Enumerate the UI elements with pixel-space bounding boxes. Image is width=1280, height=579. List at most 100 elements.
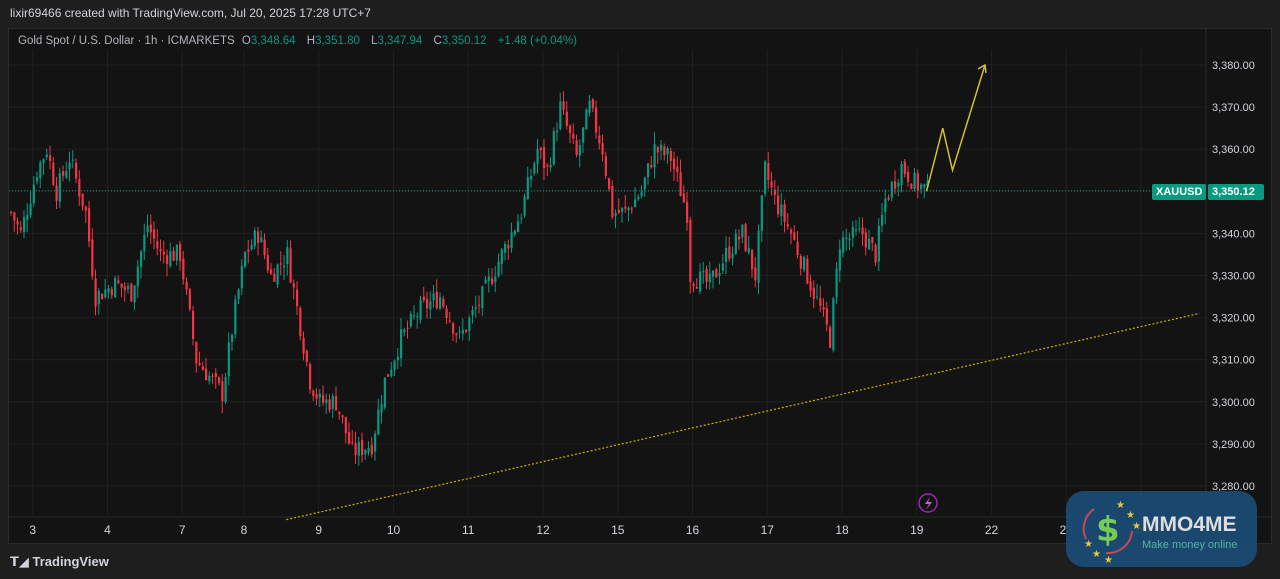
- candle-body: [494, 276, 497, 282]
- candle-body: [263, 239, 266, 256]
- candle-body: [647, 163, 650, 178]
- candle-body: [426, 298, 429, 309]
- candle-body: [237, 289, 240, 300]
- x-tick-label: 10: [387, 523, 401, 537]
- candle-body: [123, 286, 126, 290]
- candle-body: [705, 268, 708, 282]
- candle-body: [211, 375, 214, 377]
- candle-body: [120, 283, 123, 288]
- candle-body: [624, 206, 627, 209]
- candle-body: [526, 177, 529, 200]
- candle-body: [731, 253, 734, 259]
- candle-body: [133, 285, 136, 303]
- candle-body: [257, 231, 260, 243]
- candle-body: [920, 184, 923, 190]
- candle-body: [812, 287, 815, 299]
- candle-body: [387, 374, 390, 377]
- change-value: +1.48 (+0.04%): [497, 35, 577, 47]
- candle-body: [591, 99, 594, 109]
- candle-body: [819, 298, 822, 307]
- candle-body: [640, 191, 643, 197]
- candle-body: [325, 399, 328, 403]
- candle-body: [741, 224, 744, 238]
- candle-body: [331, 395, 334, 409]
- candle-body: [614, 212, 617, 216]
- candle-body: [94, 278, 97, 307]
- candle-body: [23, 217, 26, 233]
- candle-body: [114, 277, 117, 298]
- candle-body: [377, 409, 380, 435]
- candle-body: [16, 221, 19, 225]
- candle-body: [84, 206, 87, 211]
- svg-text:★: ★: [1132, 521, 1141, 532]
- candle-body: [318, 393, 321, 398]
- x-tick-label: 7: [179, 523, 186, 537]
- candle-body: [793, 232, 796, 240]
- tradingview-brand: TradingView: [32, 554, 109, 569]
- candle-body: [894, 181, 897, 189]
- x-tick-label: 12: [536, 523, 550, 537]
- candle-body: [660, 144, 663, 151]
- symbol-price-tag: XAUUSD: [1152, 184, 1207, 200]
- candle-body: [556, 130, 559, 133]
- candle-body: [432, 293, 435, 301]
- candle-body: [692, 283, 695, 286]
- candle-body: [208, 375, 211, 382]
- candle-body: [335, 396, 338, 411]
- candle-body: [156, 241, 159, 249]
- candle-body: [231, 334, 234, 342]
- candle-body: [240, 265, 243, 289]
- candle-body: [110, 289, 113, 296]
- candle-body: [218, 377, 221, 383]
- tradingview-logo[interactable]: 𝗧◢ TradingView: [10, 554, 109, 570]
- candle-body: [539, 147, 542, 150]
- candle-body: [81, 193, 84, 207]
- candle-body: [890, 182, 893, 198]
- candle-body: [260, 237, 263, 243]
- candle-body: [923, 184, 926, 188]
- candle-body: [575, 140, 578, 156]
- candle-body: [653, 144, 656, 168]
- y-tick-label: 3,370.00: [1212, 102, 1255, 114]
- open-value: 3,348.64: [250, 35, 296, 47]
- candle-body: [861, 227, 864, 235]
- candle-body: [747, 247, 750, 253]
- candle-body: [55, 185, 58, 201]
- candle-body: [283, 265, 286, 268]
- candle-body: [734, 233, 737, 254]
- candle-body: [559, 101, 562, 129]
- candle-body: [159, 249, 162, 252]
- candle-body: [582, 127, 585, 143]
- candle-body: [855, 229, 858, 231]
- candle-body: [656, 146, 659, 153]
- candle-body: [744, 224, 747, 252]
- candle-body: [406, 327, 409, 329]
- candle-body: [718, 273, 721, 276]
- candle-body: [65, 171, 68, 178]
- candle-body: [49, 155, 52, 162]
- svg-text:★: ★: [1116, 500, 1125, 511]
- candle-body: [848, 238, 851, 241]
- x-tick-label: 19: [910, 523, 924, 537]
- svg-text:★: ★: [1092, 549, 1101, 560]
- candle-body: [192, 310, 195, 339]
- candle-body: [786, 224, 789, 227]
- candle-body: [390, 369, 393, 377]
- candle-body: [75, 162, 78, 179]
- candle-body: [322, 395, 325, 403]
- candle-body: [452, 323, 455, 334]
- candle-body: [153, 229, 156, 239]
- candle-body: [149, 224, 152, 233]
- candle-body: [634, 199, 637, 208]
- candle-body: [604, 156, 607, 176]
- candle-body: [253, 230, 256, 246]
- candle-body: [448, 320, 451, 322]
- y-tick-label: 3,310.00: [1212, 355, 1255, 367]
- candle-body: [107, 288, 110, 293]
- candle-body: [627, 207, 630, 211]
- candle-body: [227, 342, 230, 377]
- candle-body: [829, 327, 832, 348]
- projection-path: [925, 64, 986, 192]
- candle-body: [507, 245, 510, 249]
- candle-body: [900, 164, 903, 186]
